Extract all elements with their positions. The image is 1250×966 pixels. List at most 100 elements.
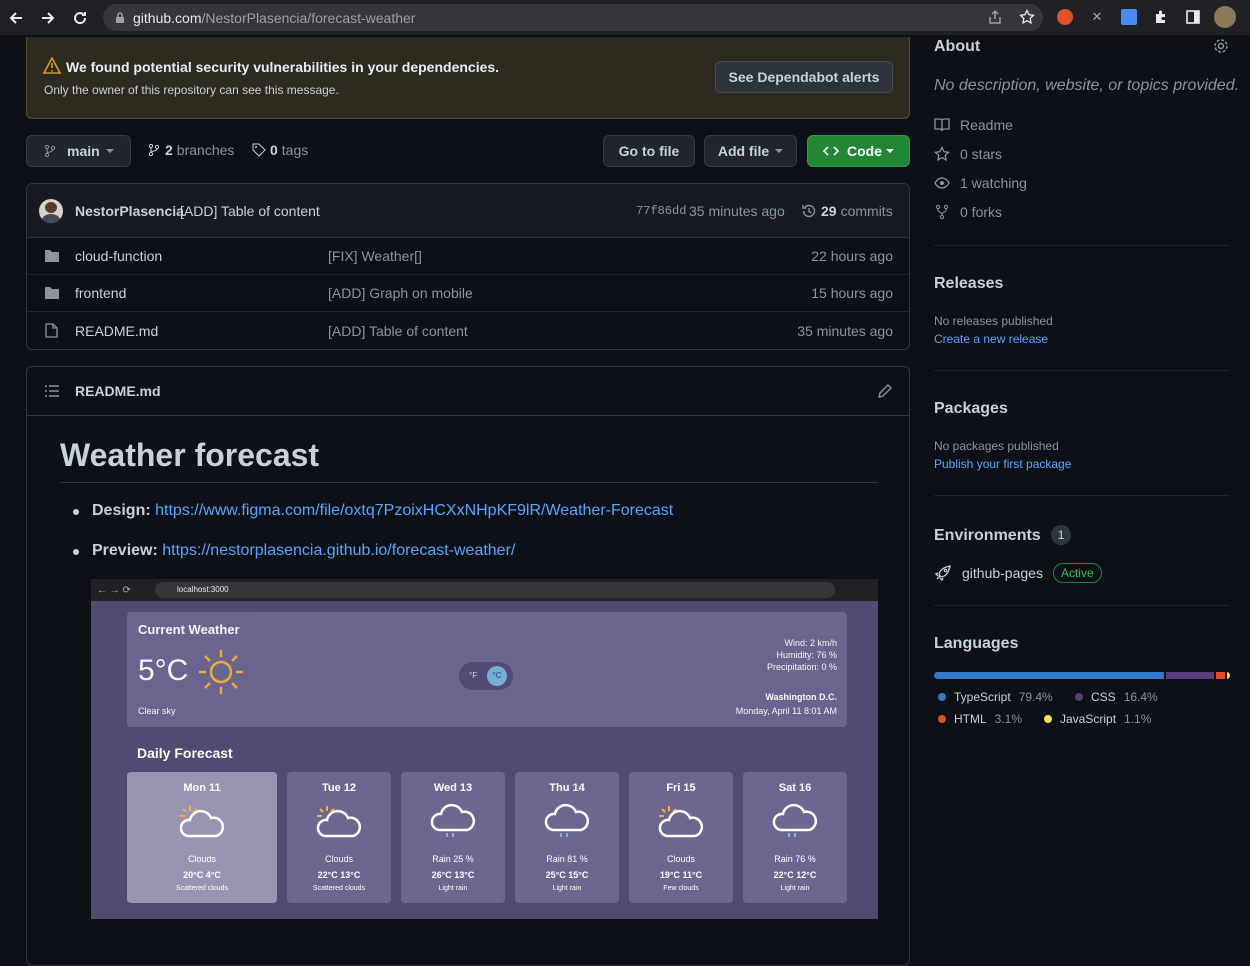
color-dot <box>1044 715 1052 723</box>
file-name[interactable]: cloud-function <box>75 248 162 264</box>
extensions-puzzle-icon[interactable] <box>1150 6 1172 28</box>
file-commit-message[interactable]: [ADD] Table of content <box>328 323 468 339</box>
file-row[interactable]: frontend [ADD] Graph on mobile 15 hours … <box>27 275 909 312</box>
environments-count-badge: 1 <box>1051 525 1072 545</box>
url-text: github.com/NestorPlasencia/forecast-weat… <box>133 9 416 26</box>
language-item[interactable]: CSS 16.4% <box>1075 690 1158 704</box>
unit-toggle[interactable]: °F °C <box>459 662 513 690</box>
day-card[interactable]: Mon 11 Clouds 20°C 4°C Scattered clouds <box>127 772 277 903</box>
extension-shield-icon[interactable] <box>1054 6 1076 28</box>
language-bar-segment <box>1215 672 1225 679</box>
add-file-button[interactable]: Add file <box>704 135 797 167</box>
language-item[interactable]: JavaScript 1.1% <box>1044 712 1151 726</box>
bookmark-star-icon[interactable] <box>1019 9 1035 25</box>
day-card[interactable]: Fri 15 Clouds 19°C 11°C Few clouds <box>629 772 733 903</box>
gear-icon[interactable] <box>1213 38 1229 54</box>
back-button[interactable] <box>0 0 32 35</box>
alert-triangle-icon <box>43 57 61 74</box>
color-dot <box>938 693 946 701</box>
pencil-edit-icon[interactable] <box>877 383 892 399</box>
color-dot <box>1075 693 1083 701</box>
preview-link[interactable]: https://nestorplasencia.github.io/foreca… <box>162 542 515 559</box>
avatar[interactable] <box>39 199 63 223</box>
stars-link[interactable]: 0 stars <box>934 146 1002 162</box>
eye-icon <box>934 177 950 189</box>
weather-stats: Wind: 2 km/h Humidity: 76 % Precipitatio… <box>766 638 837 672</box>
list-bullet <box>73 509 79 515</box>
reload-icon <box>74 11 87 24</box>
packages-title[interactable]: Packages <box>934 400 1008 418</box>
divider <box>934 495 1230 496</box>
history-icon <box>802 204 816 217</box>
star-icon <box>934 146 950 162</box>
code-button[interactable]: Code <box>807 135 910 167</box>
commit-time: 35 minutes ago <box>689 202 785 219</box>
security-banner: We found potential security vulnerabilit… <box>26 37 910 119</box>
current-weather-title: Current Weather <box>138 622 240 637</box>
file-name[interactable]: README.md <box>75 323 158 339</box>
readme-link[interactable]: Readme <box>934 117 1013 133</box>
sun-cloud-icon <box>658 806 704 838</box>
file-row[interactable]: README.md [ADD] Table of content 35 minu… <box>27 312 909 349</box>
file-commit-message[interactable]: [ADD] Graph on mobile <box>328 285 473 301</box>
commits-link[interactable]: 29 commits <box>801 203 893 219</box>
side-panel-icon[interactable] <box>1182 6 1204 28</box>
daily-forecast-title: Daily Forecast <box>137 745 233 761</box>
commit-author[interactable]: NestorPlasencia <box>75 203 184 219</box>
environment-item[interactable]: github-pages Active <box>934 563 1102 583</box>
address-bar[interactable]: github.com/NestorPlasencia/forecast-weat… <box>103 4 1043 31</box>
tag-icon <box>252 143 266 157</box>
list-item: Design: https://www.figma.com/file/oxtq7… <box>92 502 674 519</box>
list-icon[interactable] <box>44 384 60 398</box>
share-icon[interactable] <box>987 9 1003 25</box>
forward-button[interactable] <box>32 0 64 35</box>
sun-icon <box>199 650 243 694</box>
language-item[interactable]: TypeScript 79.4% <box>938 690 1053 704</box>
forks-link[interactable]: 0 forks <box>934 204 1002 220</box>
code-icon <box>823 146 839 156</box>
environments-title[interactable]: Environments 1 <box>934 525 1072 545</box>
extension-close-icon[interactable]: ✕ <box>1086 6 1108 28</box>
file-commit-message[interactable]: [FIX] Weather[] <box>328 248 422 264</box>
mini-browser-bar: ← → ⟳ localhost:3000 <box>91 579 878 601</box>
rain-cloud-icon <box>430 803 476 837</box>
divider <box>934 370 1230 371</box>
mini-address-bar: localhost:3000 <box>155 582 835 598</box>
arrow-right-icon <box>42 11 55 24</box>
preview-screenshot[interactable]: ← → ⟳ localhost:3000 Current Weather 5°C… <box>91 579 878 919</box>
language-bar-segment <box>1226 672 1230 679</box>
arrow-left-icon <box>9 11 22 24</box>
branch-select-button[interactable]: main <box>26 135 131 167</box>
file-table: NestorPlasencia [ADD] Table of content 7… <box>26 183 910 350</box>
tags-link[interactable]: 0 tags <box>252 142 308 158</box>
day-card[interactable]: Sat 16 Rain 76 % 22°C 12°C Light rain <box>743 772 847 903</box>
releases-title[interactable]: Releases <box>934 275 1003 293</box>
commit-message[interactable]: [ADD] Table of content <box>180 203 320 219</box>
translate-icon[interactable] <box>1118 6 1140 28</box>
language-item[interactable]: HTML 3.1% <box>938 712 1022 726</box>
watching-link[interactable]: 1 watching <box>934 175 1027 191</box>
file-time: 15 hours ago <box>811 285 893 301</box>
day-card[interactable]: Wed 13 Rain 25 % 26°C 13°C Light rain <box>401 772 505 903</box>
commit-hash[interactable]: 77f86dd <box>636 204 686 218</box>
git-branch-icon <box>148 143 160 157</box>
publish-package-link[interactable]: Publish your first package <box>934 457 1071 471</box>
languages-bar <box>934 672 1230 679</box>
file-row[interactable]: cloud-function [FIX] Weather[] 22 hours … <box>27 238 909 275</box>
list-item: Preview: https://nestorplasencia.github.… <box>92 542 516 559</box>
caret-down-icon <box>886 149 894 153</box>
go-to-file-button[interactable]: Go to file <box>603 135 695 167</box>
readme-filename[interactable]: README.md <box>75 383 161 399</box>
rain-cloud-icon <box>544 803 590 837</box>
divider <box>934 605 1230 606</box>
file-name[interactable]: frontend <box>75 285 126 301</box>
branches-link[interactable]: 2 branches <box>147 142 234 158</box>
create-release-link[interactable]: Create a new release <box>934 332 1048 346</box>
design-link[interactable]: https://www.figma.com/file/oxtq7PzoixHCX… <box>155 502 673 519</box>
day-card[interactable]: Thu 14 Rain 81 % 25°C 15°C Light rain <box>515 772 619 903</box>
readme-panel: README.md Weather forecast Design: https… <box>26 366 910 966</box>
day-card[interactable]: Tue 12 Clouds 22°C 13°C Scattered clouds <box>287 772 391 903</box>
profile-avatar[interactable] <box>1214 6 1236 28</box>
reload-button[interactable] <box>64 0 96 35</box>
dependabot-alerts-button[interactable]: See Dependabot alerts <box>715 61 893 93</box>
